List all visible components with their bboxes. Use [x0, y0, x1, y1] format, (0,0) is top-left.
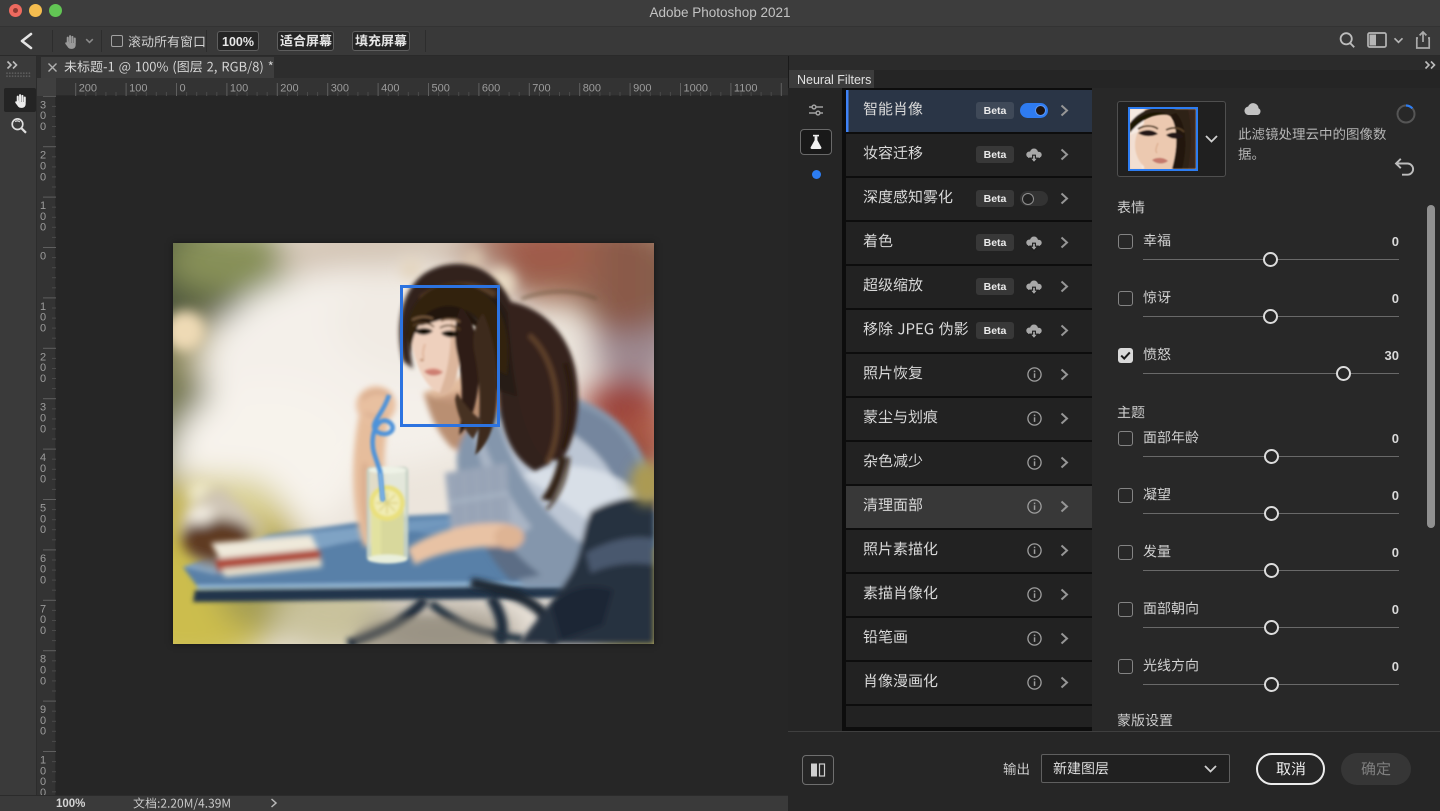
svg-text:0: 0	[40, 474, 46, 486]
svg-text:1000: 1000	[684, 83, 708, 95]
svg-text:300: 300	[331, 83, 349, 95]
svg-text:0: 0	[40, 787, 46, 795]
svg-text:700: 700	[532, 83, 550, 95]
svg-text:0: 0	[40, 625, 46, 637]
svg-text:0: 0	[40, 171, 46, 183]
svg-text:200: 200	[79, 83, 97, 95]
svg-text:0: 0	[40, 121, 46, 133]
svg-text:0: 0	[40, 222, 46, 234]
svg-text:0: 0	[40, 524, 46, 536]
svg-text:0: 0	[180, 83, 186, 95]
svg-text:0: 0	[40, 423, 46, 435]
svg-text:100: 100	[230, 83, 248, 95]
svg-text:500: 500	[432, 83, 450, 95]
svg-text:900: 900	[633, 83, 651, 95]
svg-text:0: 0	[40, 373, 46, 385]
svg-text:0: 0	[40, 575, 46, 587]
svg-text:0: 0	[40, 251, 46, 263]
svg-text:600: 600	[482, 83, 500, 95]
svg-text:100: 100	[129, 83, 147, 95]
svg-text:200: 200	[280, 83, 298, 95]
svg-text:400: 400	[381, 83, 399, 95]
svg-text:0: 0	[40, 675, 46, 687]
svg-text:0: 0	[40, 323, 46, 335]
svg-text:0: 0	[40, 726, 46, 738]
svg-text:800: 800	[583, 83, 601, 95]
svg-text:1100: 1100	[734, 83, 758, 95]
